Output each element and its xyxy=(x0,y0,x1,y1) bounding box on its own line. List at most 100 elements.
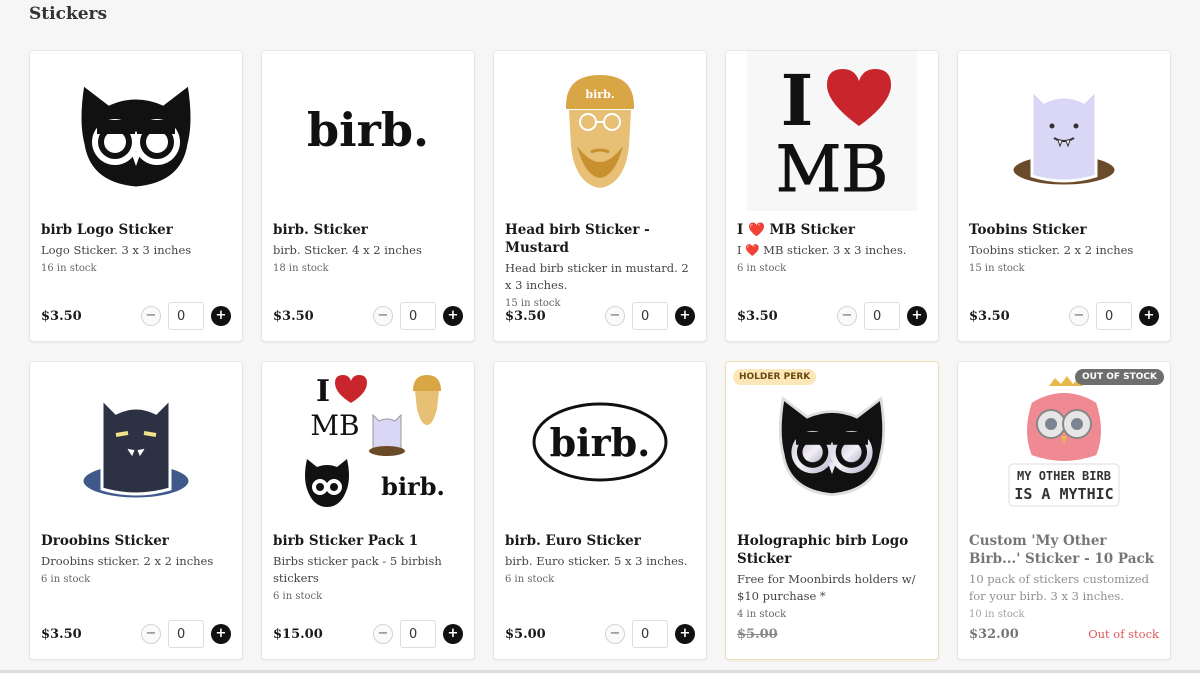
svg-text:MB: MB xyxy=(776,133,889,207)
quantity-stepper: − + xyxy=(141,620,231,648)
product-name: Toobins Sticker xyxy=(969,222,1087,238)
product-name: Holographic birb Logo Sticker xyxy=(737,533,909,567)
stock-count: 15 in stock xyxy=(969,263,1025,274)
quantity-input[interactable] xyxy=(400,620,436,648)
product-image: I MB birb. xyxy=(262,362,474,522)
decrement-button[interactable]: − xyxy=(1069,306,1089,326)
product-name: Droobins Sticker xyxy=(41,533,169,549)
increment-button[interactable]: + xyxy=(907,306,927,326)
quantity-input[interactable] xyxy=(168,620,204,648)
product-image xyxy=(958,51,1170,211)
quantity-input[interactable] xyxy=(400,302,436,330)
product-image: MY OTHER BIRB IS A MYTHIC xyxy=(958,362,1170,522)
svg-text:birb.: birb. xyxy=(381,472,445,501)
increment-button[interactable]: + xyxy=(443,306,463,326)
product-grid: birb Logo Sticker Logo Sticker. 3 x 3 in… xyxy=(29,50,1171,660)
product-price: $3.50 xyxy=(505,308,546,324)
quantity-stepper: − + xyxy=(373,620,463,648)
product-price: $5.00 xyxy=(505,626,546,642)
euro-oval-icon: birb. xyxy=(532,402,668,482)
quantity-input[interactable] xyxy=(1096,302,1132,330)
svg-text:MB: MB xyxy=(310,409,359,442)
quantity-input[interactable] xyxy=(168,302,204,330)
product-description: I ❤️ MB sticker. 3 x 3 inches. xyxy=(737,243,907,257)
product-description: Logo Sticker. 3 x 3 inches xyxy=(41,243,192,257)
product-name: birb Logo Sticker xyxy=(41,222,173,238)
product-description: Toobins sticker. 2 x 2 inches xyxy=(969,243,1134,257)
increment-button[interactable]: + xyxy=(675,306,695,326)
holographic-owl-icon xyxy=(778,396,886,497)
stock-count: 6 in stock xyxy=(505,574,555,585)
product-card[interactable]: I MB birb. birb Sticker Pack 1 Birbs sti… xyxy=(261,361,475,660)
out-of-stock-label: Out of stock xyxy=(1088,627,1159,641)
product-description: birb. Euro sticker. 5 x 3 inches. xyxy=(505,554,688,568)
product-price: $3.50 xyxy=(273,308,314,324)
product-card[interactable]: HOLDER PERK Holographic birb Logo Sticke… xyxy=(725,361,939,660)
birb-wordmark: birb. xyxy=(307,103,429,157)
product-description: Head birb sticker in mustard. 2 x 3 inch… xyxy=(505,261,689,292)
quantity-stepper: − + xyxy=(605,620,695,648)
ghost-cat-icon xyxy=(1010,86,1118,188)
quantity-stepper: − + xyxy=(1069,302,1159,330)
product-name: birb Sticker Pack 1 xyxy=(273,533,419,549)
increment-button[interactable]: + xyxy=(1139,306,1159,326)
quantity-stepper: − + xyxy=(837,302,927,330)
product-price: $32.00 xyxy=(969,626,1019,642)
decrement-button[interactable]: − xyxy=(605,306,625,326)
increment-button[interactable]: + xyxy=(443,624,463,644)
product-description: 10 pack of stickers customized for your … xyxy=(969,572,1149,603)
product-description: Droobins sticker. 2 x 2 inches xyxy=(41,554,214,568)
quantity-stepper: − + xyxy=(605,302,695,330)
svg-text:birb.: birb. xyxy=(585,88,614,101)
increment-button[interactable]: + xyxy=(211,624,231,644)
decrement-button[interactable]: − xyxy=(373,306,393,326)
svg-text:I: I xyxy=(781,59,814,142)
mythic-owl-icon: MY OTHER BIRB IS A MYTHIC xyxy=(1008,376,1120,507)
sticker-pack-icon: I MB birb. xyxy=(305,374,445,507)
decrement-button[interactable]: − xyxy=(373,624,393,644)
product-image: birb. xyxy=(494,362,706,522)
quantity-input[interactable] xyxy=(632,620,668,648)
increment-button[interactable]: + xyxy=(211,306,231,326)
stock-count: 6 in stock xyxy=(273,591,323,602)
product-card[interactable]: OUT OF STOCK MY OTHER BIRB IS A MYTHIC C… xyxy=(957,361,1171,660)
out-of-stock-badge: OUT OF STOCK xyxy=(1074,369,1164,385)
product-card[interactable]: birb. Head birb Sticker - Mustard Head b… xyxy=(493,50,707,342)
product-image xyxy=(30,362,242,522)
bearded-head-icon: birb. xyxy=(564,72,636,188)
decrement-button[interactable]: − xyxy=(141,624,161,644)
stock-count: 6 in stock xyxy=(737,263,787,274)
product-price: $15.00 xyxy=(273,626,323,642)
product-card[interactable]: Toobins Sticker Toobins sticker. 2 x 2 i… xyxy=(957,50,1171,342)
product-card[interactable]: birb. birb. Sticker birb. Sticker. 4 x 2… xyxy=(261,50,475,342)
svg-text:birb.: birb. xyxy=(550,420,651,465)
product-description: Free for Moonbirds holders w/ $10 purcha… xyxy=(737,572,916,603)
decrement-button[interactable]: − xyxy=(141,306,161,326)
product-price: $3.50 xyxy=(737,308,778,324)
owl-logo-icon xyxy=(78,81,194,190)
product-description: Birbs sticker pack - 5 birbish stickers xyxy=(273,554,442,585)
svg-text:I: I xyxy=(316,374,330,409)
product-name: birb. Sticker xyxy=(273,222,368,238)
product-card[interactable]: birb. birb. Euro Sticker birb. Euro stic… xyxy=(493,361,707,660)
decrement-button[interactable]: − xyxy=(605,624,625,644)
product-image xyxy=(30,51,242,211)
product-image: birb. xyxy=(494,51,706,211)
product-card[interactable]: I MB I ❤️ MB Sticker I ❤️ MB sticker. 3 … xyxy=(725,50,939,342)
decrement-button[interactable]: − xyxy=(837,306,857,326)
increment-button[interactable]: + xyxy=(675,624,695,644)
page-title: Stickers xyxy=(29,4,108,24)
quantity-input[interactable] xyxy=(864,302,900,330)
product-price: $3.50 xyxy=(969,308,1010,324)
holder-perk-badge: HOLDER PERK xyxy=(733,369,817,385)
product-image: I MB xyxy=(726,51,938,211)
stock-count: 16 in stock xyxy=(41,263,97,274)
product-price: $3.50 xyxy=(41,308,82,324)
product-card[interactable]: Droobins Sticker Droobins sticker. 2 x 2… xyxy=(29,361,243,660)
product-card[interactable]: birb Logo Sticker Logo Sticker. 3 x 3 in… xyxy=(29,50,243,342)
product-image xyxy=(726,362,938,522)
product-name: Head birb Sticker - Mustard xyxy=(505,222,650,256)
product-name: Custom 'My Other Birb...' Sticker - 10 P… xyxy=(969,533,1155,567)
quantity-input[interactable] xyxy=(632,302,668,330)
quantity-stepper: − + xyxy=(373,302,463,330)
